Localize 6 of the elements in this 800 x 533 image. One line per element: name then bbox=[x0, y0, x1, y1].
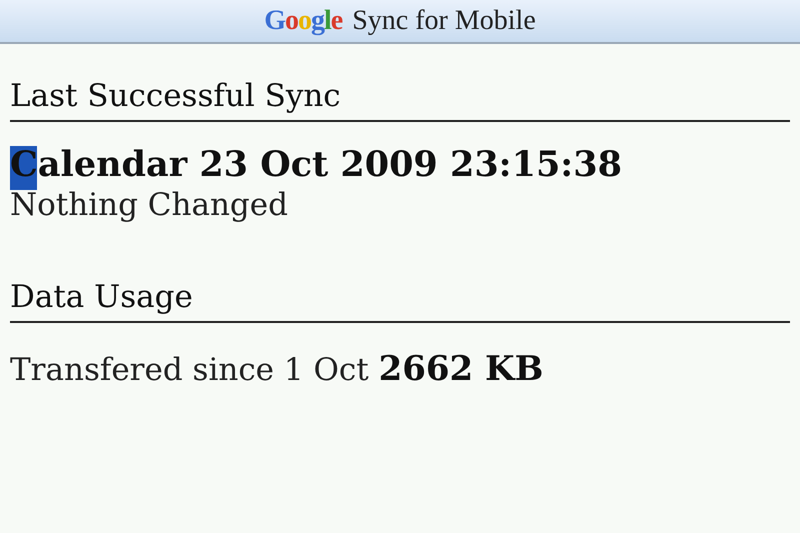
usage-text: Transfered since 1 Oct 2662 KB bbox=[10, 349, 544, 389]
section-heading: Last Successful Sync bbox=[10, 78, 790, 122]
section-heading: Data Usage bbox=[10, 279, 790, 323]
sync-status: Nothing Changed bbox=[10, 187, 288, 223]
logo-text: Google bbox=[264, 5, 342, 37]
app-title: Sync for Mobile bbox=[352, 5, 536, 37]
